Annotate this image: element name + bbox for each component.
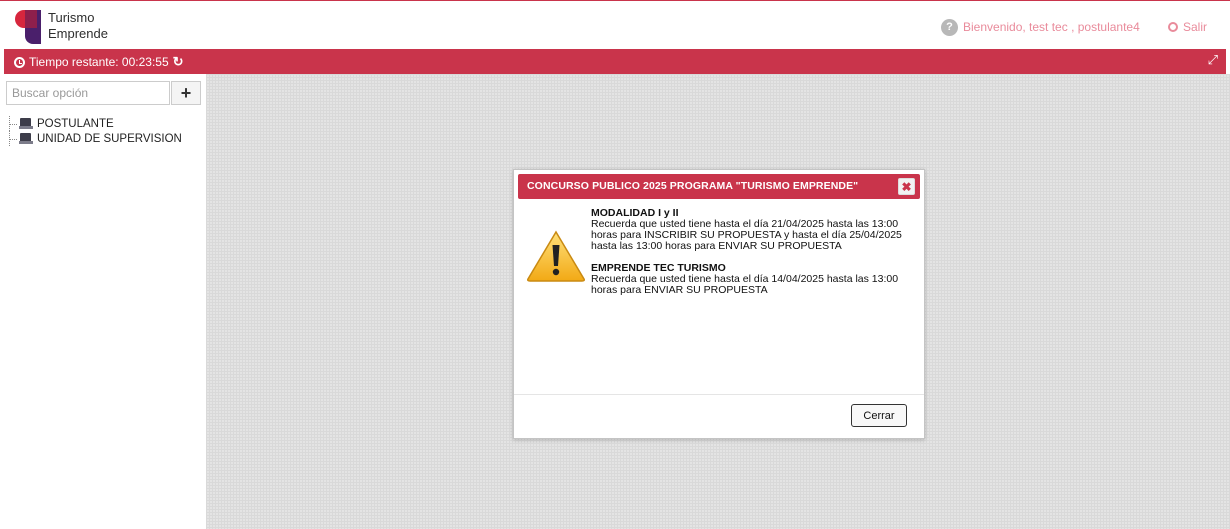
clock-icon — [14, 56, 25, 68]
logout-label: Salir — [1183, 20, 1208, 34]
menu-tree: POSTULANTE UNIDAD DE SUPERVISION — [7, 116, 182, 146]
timer-label: Tiempo restante: 00:23:55 — [29, 55, 169, 69]
logo-mark-icon — [15, 7, 43, 45]
turismo-emprende-logo[interactable]: Turismo Emprende — [15, 7, 115, 47]
session-timer: Tiempo restante: 00:23:55 ↻ — [14, 54, 184, 70]
search-input[interactable] — [7, 82, 169, 104]
search-box — [6, 81, 170, 105]
notice-text: Recuerda que usted tiene hasta el día 21… — [591, 218, 902, 252]
logo-text: Turismo Emprende — [48, 10, 108, 42]
power-icon — [1168, 22, 1178, 32]
tree-item-label: UNIDAD DE SUPERVISION — [37, 132, 182, 145]
logout-button[interactable]: Salir — [1168, 18, 1207, 36]
close-icon[interactable]: ✖ — [898, 178, 915, 195]
welcome-user-link[interactable]: Bienvenido, test tec , postulante4 — [941, 18, 1140, 36]
tree-connector — [7, 116, 19, 131]
dialog-header: CONCURSO PUBLICO 2025 PROGRAMA "TURISMO … — [518, 174, 920, 199]
welcome-text: Bienvenido, test tec , postulante4 — [963, 20, 1140, 34]
close-button[interactable]: Cerrar — [851, 404, 907, 427]
dialog-body: MODALIDAD I y II Recuerda que usted tien… — [591, 208, 916, 307]
logo-line-1: Turismo — [48, 10, 95, 25]
notice-section: MODALIDAD I y II Recuerda que usted tien… — [591, 208, 916, 252]
dialog-title: CONCURSO PUBLICO 2025 PROGRAMA "TURISMO … — [527, 180, 859, 192]
notice-text: Recuerda que usted tiene hasta el día 14… — [591, 273, 899, 296]
refresh-icon[interactable]: ↻ — [173, 54, 184, 70]
plus-icon: + — [180, 82, 192, 103]
logo-line-2: Emprende — [48, 26, 108, 41]
dialog-footer: Cerrar — [514, 394, 924, 438]
session-timer-bar: Tiempo restante: 00:23:55 ↻ ⤢ — [4, 49, 1226, 74]
user-avatar-icon — [941, 18, 958, 36]
warning-icon — [527, 230, 585, 282]
notice-section: EMPRENDE TEC TURISMO Recuerda que usted … — [591, 263, 916, 296]
announcement-dialog: CONCURSO PUBLICO 2025 PROGRAMA "TURISMO … — [513, 169, 925, 439]
sidebar: + POSTULANTE UNIDAD DE SUPERVISION — [4, 74, 206, 529]
add-button[interactable]: + — [171, 81, 201, 105]
folder-icon — [19, 133, 33, 144]
top-header: Turismo Emprende Bienvenido, test tec , … — [0, 0, 1230, 49]
tree-connector — [7, 131, 19, 146]
folder-icon — [19, 118, 33, 129]
expand-icon[interactable]: ⤢ — [1208, 52, 1218, 68]
tree-item-unidad-de-supervision[interactable]: UNIDAD DE SUPERVISION — [7, 131, 182, 146]
tree-item-label: POSTULANTE — [37, 117, 114, 130]
tree-item-postulante[interactable]: POSTULANTE — [7, 116, 182, 131]
